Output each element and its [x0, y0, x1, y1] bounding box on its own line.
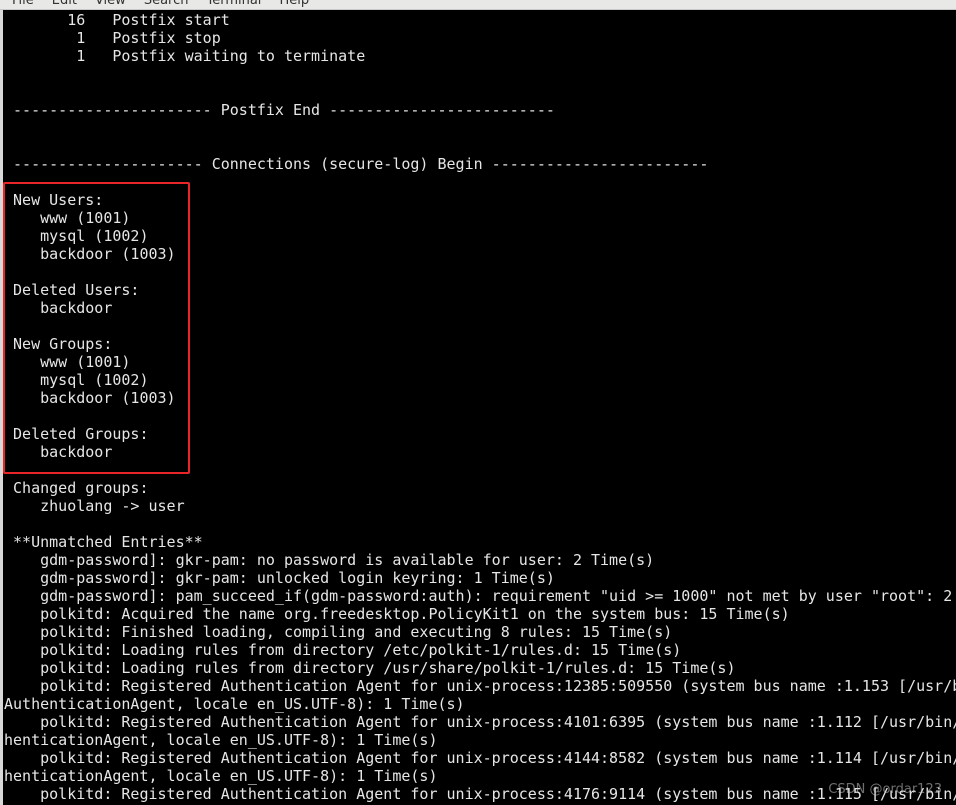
terminal-line: Changed groups:	[4, 479, 149, 497]
menu-item-view[interactable]: View	[95, 0, 126, 8]
menu-item-help[interactable]: Help	[279, 0, 309, 8]
terminal-line: henticationAgent, locale en_US.UTF-8): 1…	[4, 731, 438, 749]
menu-item-file[interactable]: File	[12, 0, 34, 8]
terminal-line: polkitd: Finished loading, compiling and…	[4, 623, 673, 641]
menu-item-terminal[interactable]: Terminal	[206, 0, 261, 8]
watermark: CSDN @ordar123	[828, 782, 942, 797]
terminal-line: polkitd: Acquired the name org.freedeskt…	[4, 605, 790, 623]
terminal-line: gdm-password]: gkr-pam: unlocked login k…	[4, 569, 555, 587]
terminal-line: polkitd: Registered Authentication Agent…	[4, 677, 956, 695]
terminal-line: ---------------------- Postfix End -----…	[4, 101, 555, 119]
terminal-line: zhuolang -> user	[4, 497, 185, 515]
menu-item-edit[interactable]: Edit	[52, 0, 77, 8]
menu-bar: File Edit View Search Terminal Help	[0, 0, 956, 10]
terminal-line: gdm-password]: pam_succeed_if(gdm-passwo…	[4, 587, 953, 605]
terminal-line: polkitd: Registered Authentication Agent…	[4, 785, 956, 803]
terminal-line: polkitd: Registered Authentication Agent…	[4, 749, 956, 767]
terminal-line: --------------------- Connections (secur…	[4, 155, 709, 173]
terminal-line: polkitd: Registered Authentication Agent…	[4, 713, 956, 731]
terminal-line: polkitd: Loading rules from directory /u…	[4, 659, 736, 677]
terminal-line: henticationAgent, locale en_US.UTF-8): 1…	[4, 767, 438, 785]
terminal-line: **Unmatched Entries**	[4, 533, 203, 551]
terminal-output[interactable]: 16 Postfix start 1 Postfix stop 1 Postfi…	[0, 10, 956, 805]
terminal-line: 1 Postfix waiting to terminate	[4, 47, 366, 65]
highlight-box	[3, 182, 190, 474]
terminal-line: AuthenticationAgent, locale en_US.UTF-8)…	[4, 695, 465, 713]
terminal-line: polkitd: Loading rules from directory /e…	[4, 641, 682, 659]
menu-item-search[interactable]: Search	[144, 0, 189, 8]
terminal-line: 1 Postfix stop	[4, 29, 221, 47]
terminal-line: 16 Postfix start	[4, 11, 230, 29]
terminal-line: gdm-password]: gkr-pam: no password is a…	[4, 551, 655, 569]
